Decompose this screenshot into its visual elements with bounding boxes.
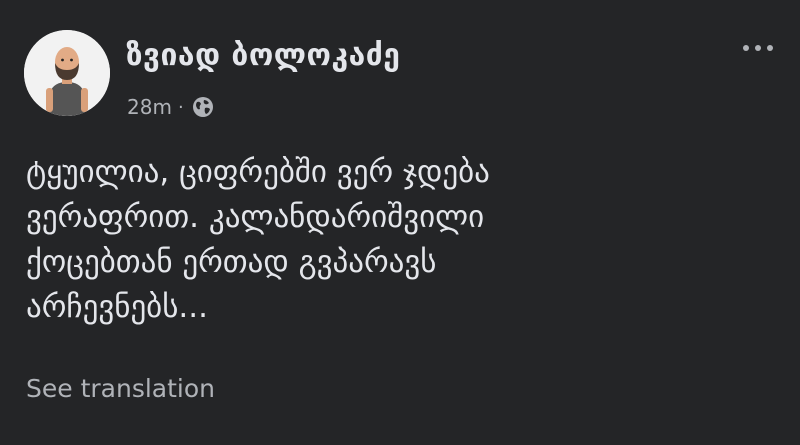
more-horizontal-icon <box>743 45 749 51</box>
more-options-button[interactable] <box>738 36 778 60</box>
meta-separator: · <box>177 96 184 118</box>
see-translation-link[interactable]: See translation <box>26 374 215 403</box>
post-text: ტყუილია, ციფრებში ვერ ჯდება ვერაფრით. კა… <box>26 154 490 325</box>
post-card: ზვიად ბოლოკაძე 28m · ტყუილია, ციფრებში ვ… <box>0 0 800 445</box>
post-time[interactable]: 28m <box>127 95 172 119</box>
post-meta: 28m · <box>127 92 214 122</box>
avatar[interactable] <box>24 30 110 116</box>
avatar-image <box>24 30 110 116</box>
globe-icon[interactable] <box>192 96 214 118</box>
author-name[interactable]: ზვიად ბოლოკაძე <box>126 38 400 73</box>
